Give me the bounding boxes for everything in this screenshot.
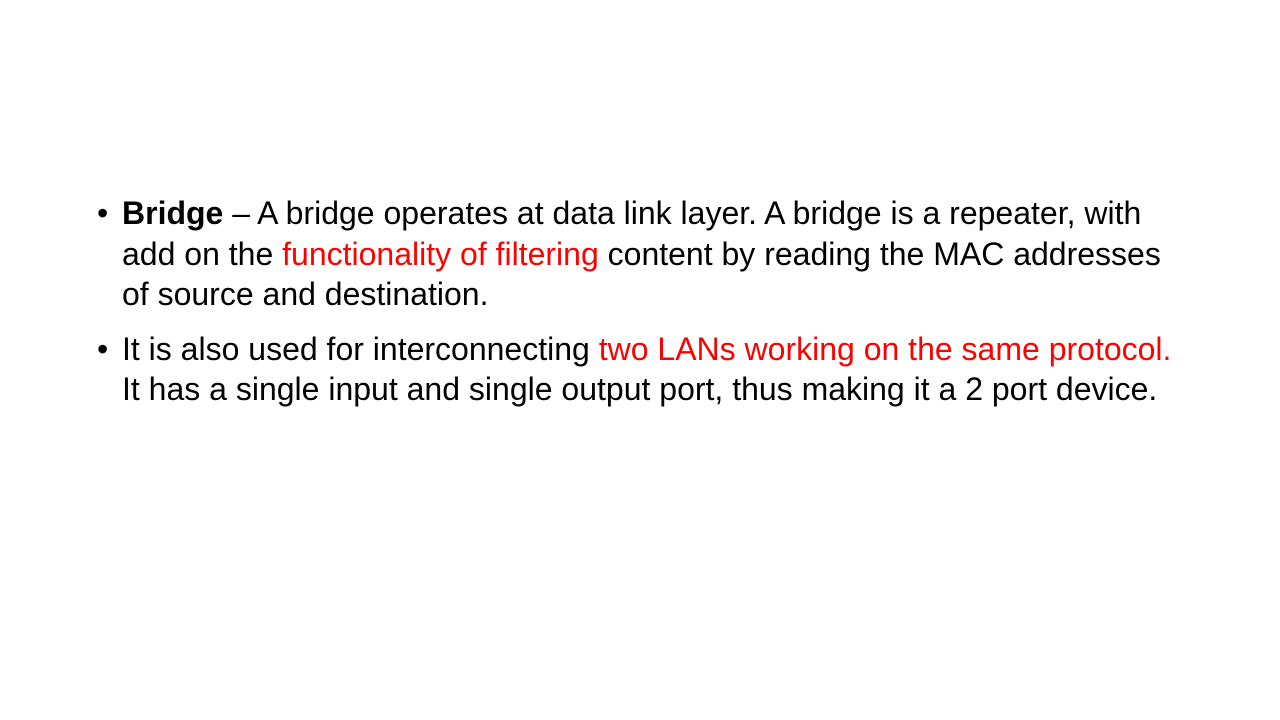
bullet-text-part-2: It has a single input and single output … — [122, 371, 1158, 407]
bullet-term: Bridge — [122, 195, 224, 231]
slide-body: • Bridge – A bridge operates at data lin… — [97, 193, 1187, 424]
bullet-dot: • — [97, 195, 109, 231]
bullet-highlight: two LANs working on the same protocol. — [598, 330, 1172, 367]
bullet-item-bridge-usage: • It is also used for interconnecting tw… — [97, 329, 1187, 410]
bullet-dot: • — [97, 330, 109, 367]
slide: • Bridge – A bridge operates at data lin… — [0, 0, 1280, 720]
bullet-item-bridge-definition: • Bridge – A bridge operates at data lin… — [97, 193, 1187, 315]
bullet-highlight: functionality of filtering — [282, 235, 599, 272]
bullet-text-part-1: It is also used for interconnecting — [122, 330, 599, 367]
